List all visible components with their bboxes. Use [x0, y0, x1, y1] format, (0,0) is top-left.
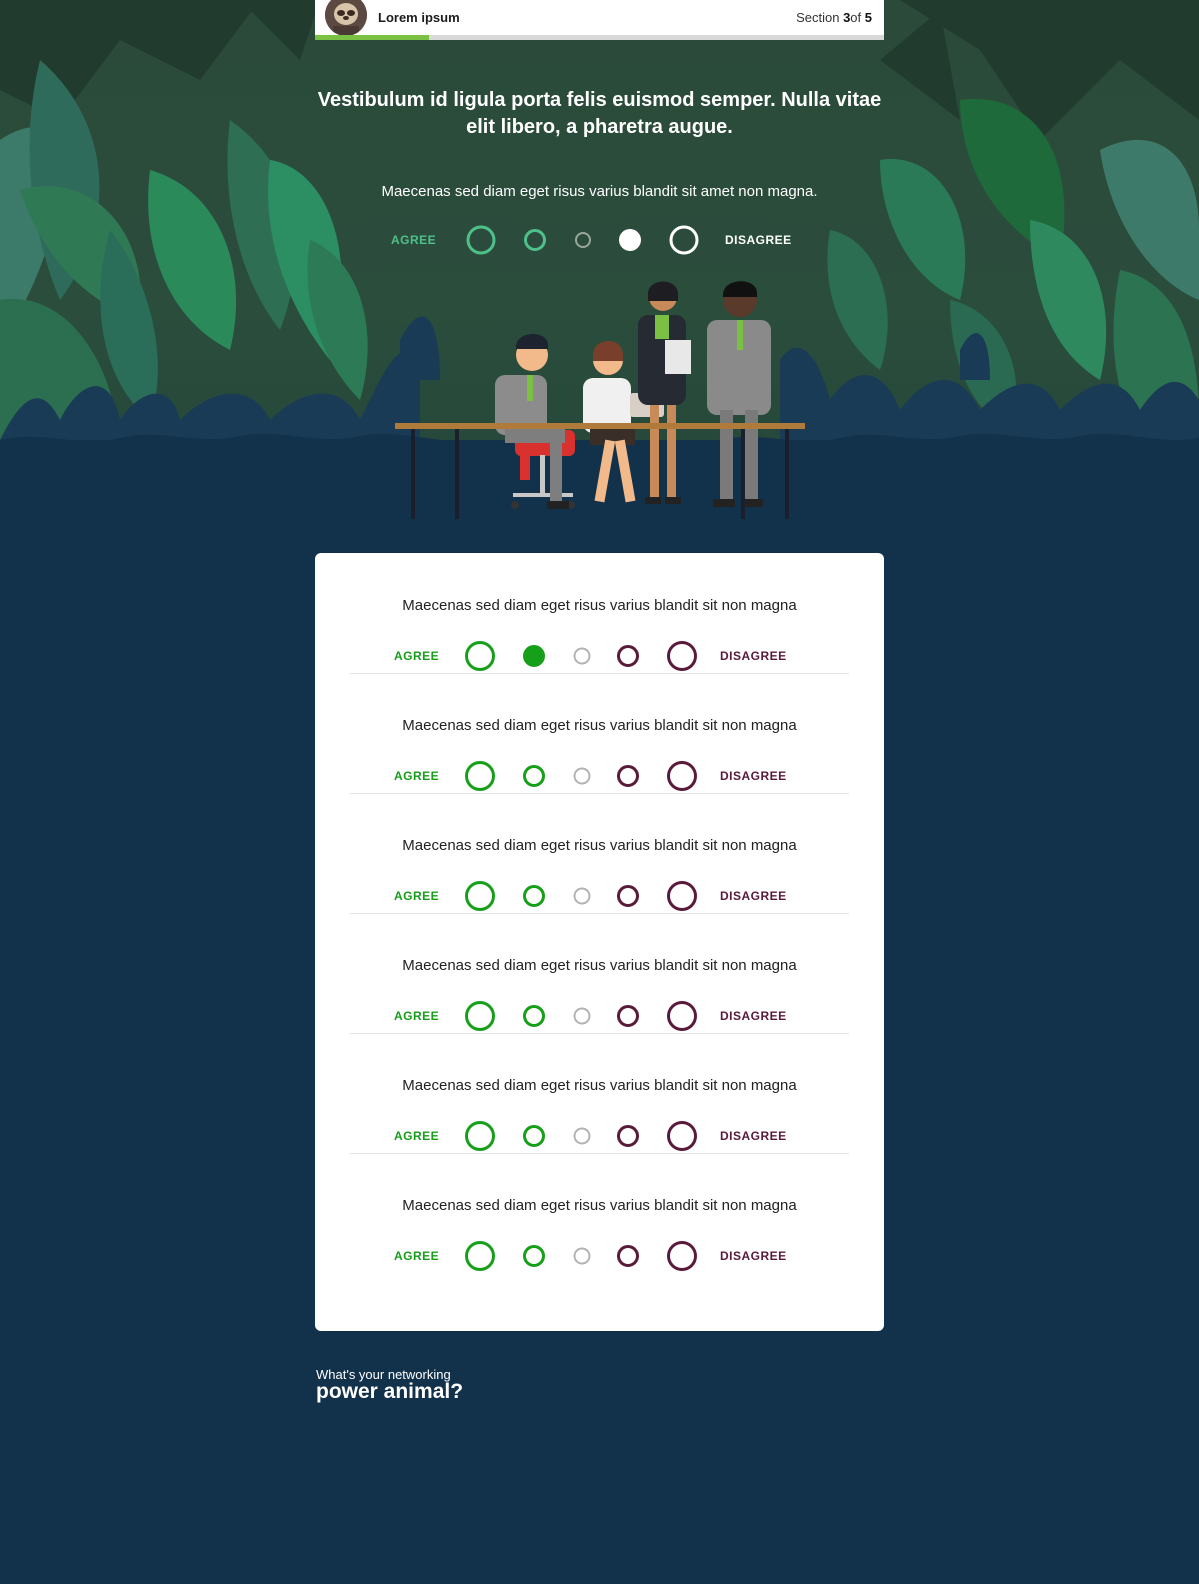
- hero-section: Vestibulum id ligula porta felis euismod…: [0, 0, 1199, 520]
- hero-rating-scale: AGREE DISAGREE: [315, 224, 884, 256]
- hero-heading: Vestibulum id ligula porta felis euismod…: [317, 89, 882, 138]
- question-text: Maecenas sed diam eget risus varius blan…: [402, 1077, 797, 1094]
- option-disagree[interactable]: [617, 1125, 639, 1147]
- section-indicator: Section 3of 5: [796, 10, 872, 25]
- agree-label: AGREE: [394, 649, 440, 663]
- option-strongly-agree[interactable]: [465, 1001, 495, 1031]
- question-row: Maecenas sed diam eget risus varius blan…: [350, 1033, 849, 1154]
- option-agree[interactable]: [523, 645, 545, 667]
- option-disagree[interactable]: [617, 885, 639, 907]
- hero-option-strongly-agree[interactable]: [466, 225, 496, 255]
- rating-scale: AGREE DISAGREE: [350, 878, 849, 914]
- disagree-label: DISAGREE: [725, 233, 792, 247]
- section-prefix: Section: [796, 10, 840, 25]
- question-row: Maecenas sed diam eget risus varius blan…: [350, 553, 849, 674]
- option-agree[interactable]: [523, 1005, 545, 1027]
- option-strongly-disagree[interactable]: [667, 1121, 697, 1151]
- question-text: Maecenas sed diam eget risus varius blan…: [402, 717, 797, 734]
- option-strongly-disagree[interactable]: [667, 1241, 697, 1271]
- question-text: Maecenas sed diam eget risus varius blan…: [402, 1197, 797, 1214]
- option-disagree[interactable]: [617, 765, 639, 787]
- option-neutral[interactable]: [573, 1127, 591, 1145]
- sloth-avatar-icon: [325, 0, 367, 36]
- disagree-label: DISAGREE: [720, 1129, 787, 1143]
- option-strongly-disagree[interactable]: [667, 761, 697, 791]
- option-neutral[interactable]: [573, 647, 591, 665]
- agree-label: AGREE: [394, 1129, 440, 1143]
- rating-scale: AGREE DISAGREE: [350, 1118, 849, 1154]
- rating-scale: AGREE DISAGREE: [350, 998, 849, 1034]
- office-team-illustration: [395, 281, 805, 519]
- question-row: Maecenas sed diam eget risus varius blan…: [350, 793, 849, 914]
- agree-label: AGREE: [391, 233, 437, 247]
- option-neutral[interactable]: [573, 1247, 591, 1265]
- question-text: Maecenas sed diam eget risus varius blan…: [402, 597, 797, 614]
- question-text: Maecenas sed diam eget risus varius blan…: [402, 957, 797, 974]
- agree-label: AGREE: [394, 1249, 440, 1263]
- woman-standing-figure: [638, 281, 691, 504]
- section-of: of: [850, 10, 862, 25]
- option-disagree[interactable]: [617, 645, 639, 667]
- option-neutral[interactable]: [573, 767, 591, 785]
- option-disagree[interactable]: [617, 1245, 639, 1267]
- agree-label: AGREE: [394, 1009, 440, 1023]
- option-strongly-agree[interactable]: [465, 1241, 495, 1271]
- hero-option-disagree[interactable]: [619, 229, 641, 251]
- progress-bar: [315, 35, 884, 40]
- disagree-label: DISAGREE: [720, 769, 787, 783]
- option-disagree[interactable]: [617, 1005, 639, 1027]
- option-strongly-disagree[interactable]: [667, 641, 697, 671]
- hero-question: Maecenas sed diam eget risus varius blan…: [381, 183, 818, 200]
- header-bar: Lorem ipsum Section 3of 5: [315, 0, 884, 40]
- section-total: 5: [864, 10, 872, 25]
- option-agree[interactable]: [523, 885, 545, 907]
- hero-option-neutral[interactable]: [575, 232, 591, 248]
- disagree-label: DISAGREE: [720, 889, 787, 903]
- disagree-label: DISAGREE: [720, 649, 787, 663]
- hero-option-agree[interactable]: [524, 229, 546, 251]
- rating-scale: AGREE DISAGREE: [350, 758, 849, 794]
- agree-label: AGREE: [394, 889, 440, 903]
- question-row: Maecenas sed diam eget risus varius blan…: [350, 1153, 849, 1274]
- option-strongly-disagree[interactable]: [667, 1001, 697, 1031]
- rating-scale: AGREE DISAGREE: [350, 1238, 849, 1274]
- rating-scale: AGREE DISAGREE: [350, 638, 849, 674]
- option-agree[interactable]: [523, 1245, 545, 1267]
- question-text: Maecenas sed diam eget risus varius blan…: [402, 837, 797, 854]
- footer-tagline-big: power animal?: [316, 1380, 464, 1403]
- question-row: Maecenas sed diam eget risus varius blan…: [350, 913, 849, 1034]
- agree-label: AGREE: [394, 769, 440, 783]
- hero-option-strongly-disagree[interactable]: [669, 225, 699, 255]
- disagree-label: DISAGREE: [720, 1249, 787, 1263]
- option-agree[interactable]: [523, 1125, 545, 1147]
- progress-fill: [315, 35, 429, 40]
- disagree-label: DISAGREE: [720, 1009, 787, 1023]
- option-strongly-agree[interactable]: [465, 1121, 495, 1151]
- questions-card: Maecenas sed diam eget risus varius blan…: [315, 553, 884, 1331]
- question-row: Maecenas sed diam eget risus varius blan…: [350, 673, 849, 794]
- option-neutral[interactable]: [573, 887, 591, 905]
- option-strongly-disagree[interactable]: [667, 881, 697, 911]
- option-neutral[interactable]: [573, 1007, 591, 1025]
- option-agree[interactable]: [523, 765, 545, 787]
- option-strongly-agree[interactable]: [465, 641, 495, 671]
- option-strongly-agree[interactable]: [465, 881, 495, 911]
- brand-title: Lorem ipsum: [378, 10, 460, 25]
- man-seated-figure: [495, 333, 569, 509]
- option-strongly-agree[interactable]: [465, 761, 495, 791]
- man-standing-figure: [707, 281, 771, 507]
